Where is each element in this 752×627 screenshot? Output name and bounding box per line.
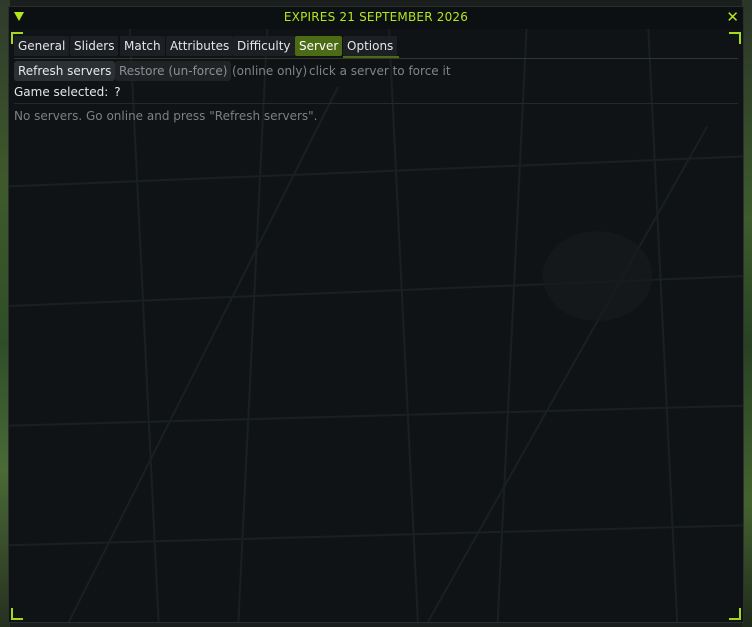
- close-icon[interactable]: ✕: [726, 8, 739, 26]
- divider: [14, 103, 738, 104]
- corner-bracket-bottom-right: [729, 608, 741, 620]
- window-title: EXPIRES 21 SEPTEMBER 2026: [283, 10, 469, 24]
- game-selected-label: Game selected:: [14, 85, 109, 99]
- background-net-image: [9, 7, 743, 622]
- tab-sliders[interactable]: Sliders: [70, 36, 119, 56]
- tab-attributes[interactable]: Attributes: [166, 36, 234, 56]
- tab-difficulty[interactable]: Difficulty: [233, 36, 295, 56]
- game-selected-value: ?: [114, 85, 121, 99]
- restore-unforce-button[interactable]: Restore (un-force): [115, 61, 232, 81]
- no-servers-message: No servers. Go online and press "Refresh…: [14, 109, 318, 123]
- tab-match[interactable]: Match: [120, 36, 165, 56]
- tab-options[interactable]: Options: [343, 36, 398, 56]
- tab-general[interactable]: General: [14, 36, 70, 56]
- refresh-servers-button[interactable]: Refresh servers: [14, 61, 116, 81]
- game-selected-row: Game selected:?: [14, 85, 121, 99]
- online-only-hint: (online only): [232, 64, 308, 78]
- settings-window: EXPIRES 21 SEPTEMBER 2026 ✕ General Slid…: [8, 6, 744, 623]
- tab-options-underline: [343, 56, 399, 58]
- tab-server[interactable]: Server: [295, 36, 343, 56]
- corner-bracket-bottom-left: [11, 608, 23, 620]
- title-bar: EXPIRES 21 SEPTEMBER 2026 ✕: [9, 7, 743, 29]
- force-server-hint: click a server to force it: [309, 64, 451, 78]
- tab-bar: General Sliders Match Attributes Difficu…: [14, 36, 738, 59]
